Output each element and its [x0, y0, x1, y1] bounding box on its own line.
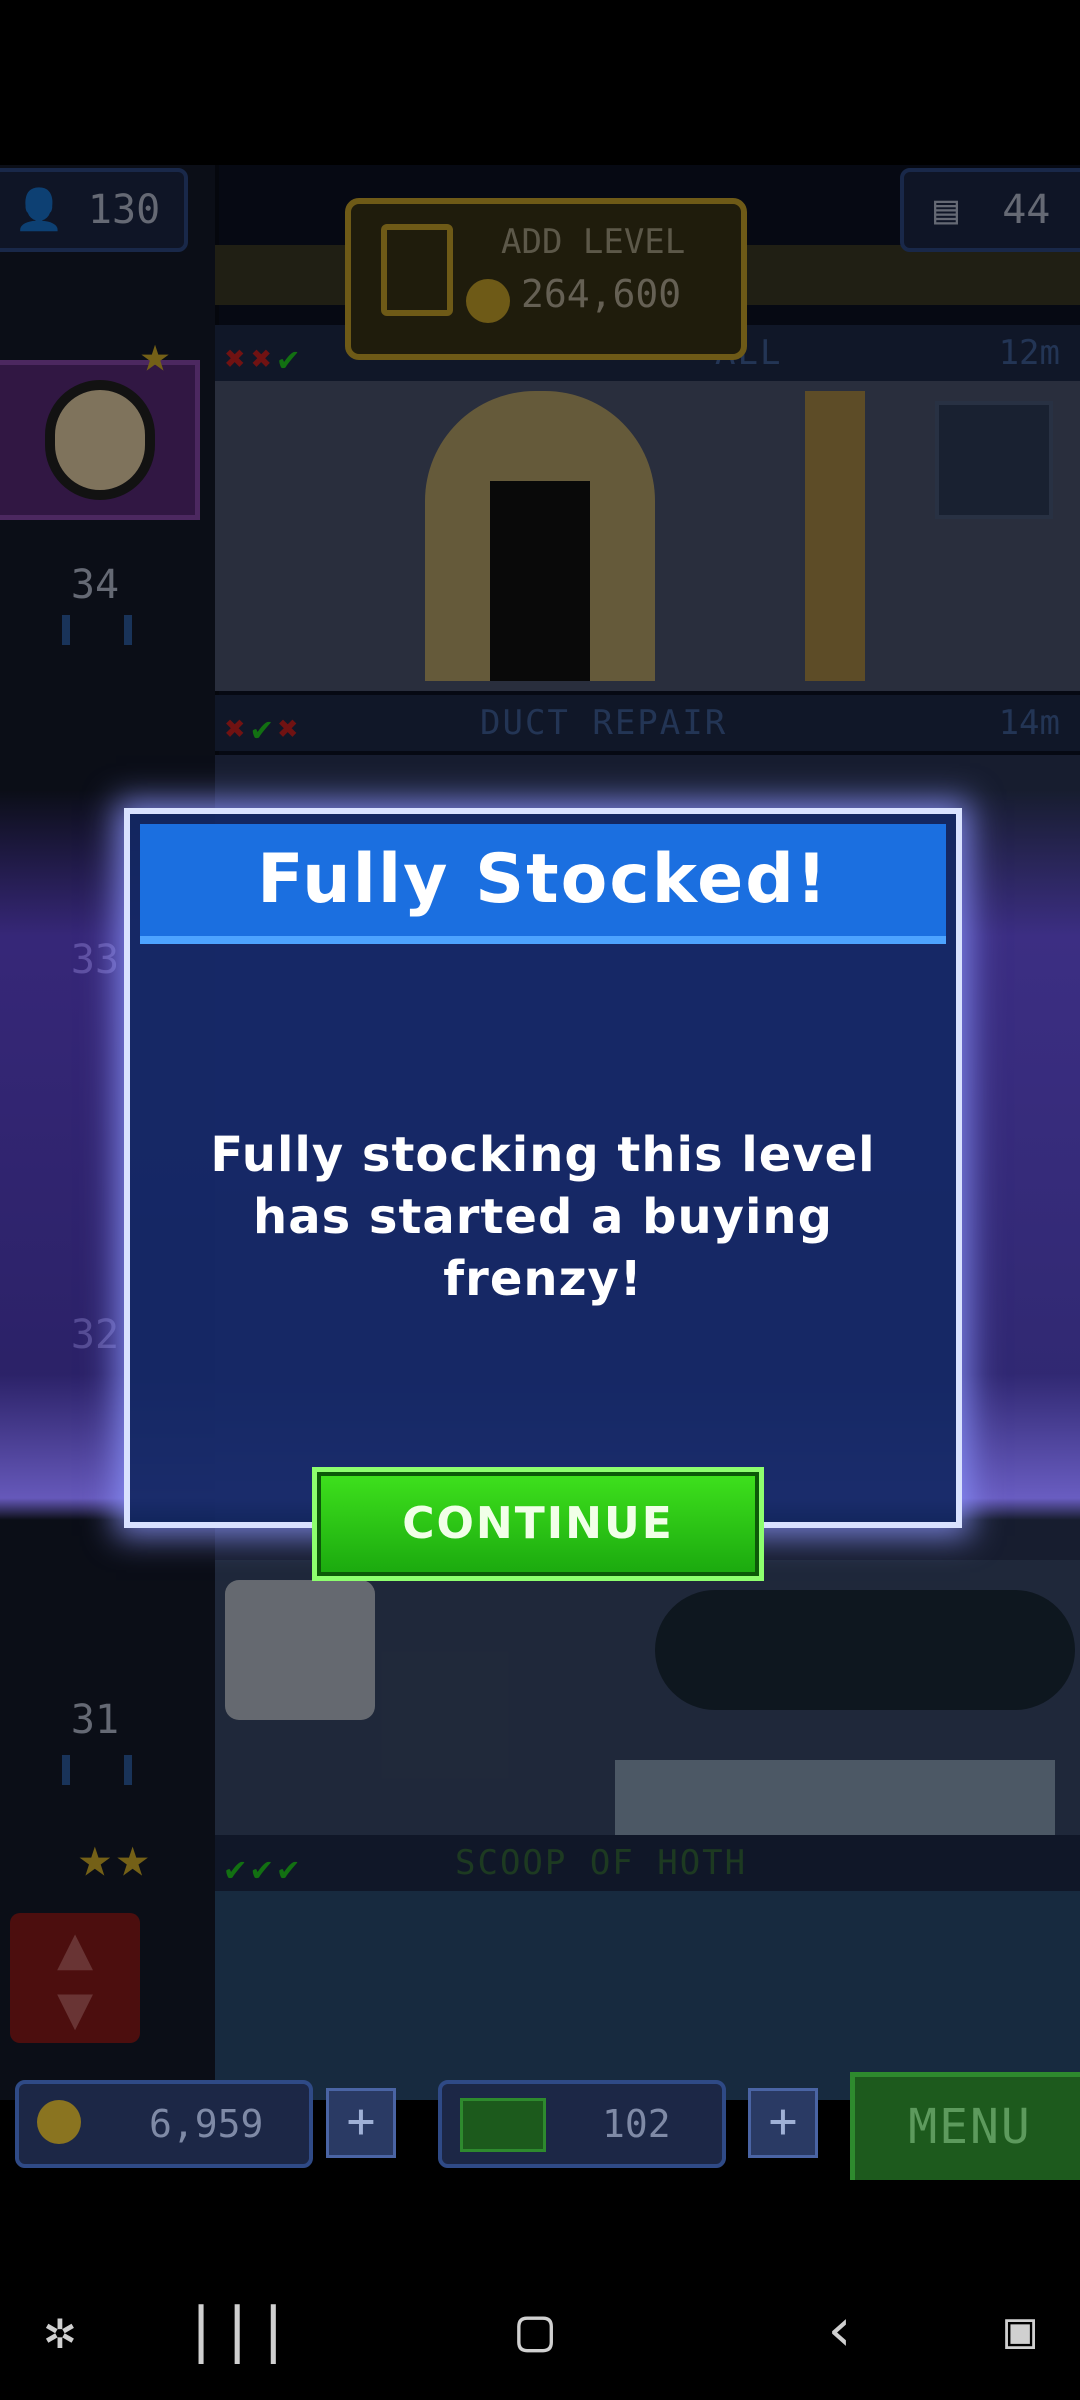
home-icon[interactable]: ▢ — [485, 2290, 585, 2370]
coin-icon — [37, 2100, 81, 2144]
recent-apps-icon[interactable]: ||| — [183, 2290, 291, 2370]
game-launcher-icon[interactable]: ✲ — [10, 2290, 110, 2370]
add-coins-button[interactable]: + — [326, 2088, 396, 2158]
bux-icon — [460, 2098, 546, 2152]
menu-button[interactable]: MENU — [850, 2072, 1080, 2188]
dialog-title: Fully Stocked! — [257, 840, 829, 919]
back-icon[interactable]: ‹ — [790, 2290, 890, 2370]
bux-balance: 102 — [438, 2080, 726, 2168]
dialog-title-bar: Fully Stocked! — [140, 824, 946, 944]
dialog-message: Fully stocking this level has started a … — [210, 1127, 876, 1307]
coin-balance: 6,959 — [15, 2080, 313, 2168]
fully-stocked-dialog: Fully Stocked! Fully stocking this level… — [124, 808, 962, 1528]
add-bux-button[interactable]: + — [748, 2088, 818, 2158]
continue-button[interactable]: CONTINUE — [312, 1467, 764, 1581]
coin-value: 6,959 — [149, 2102, 264, 2146]
bux-value: 102 — [602, 2102, 671, 2146]
screen-touch-icon[interactable]: ▣ — [970, 2290, 1070, 2370]
